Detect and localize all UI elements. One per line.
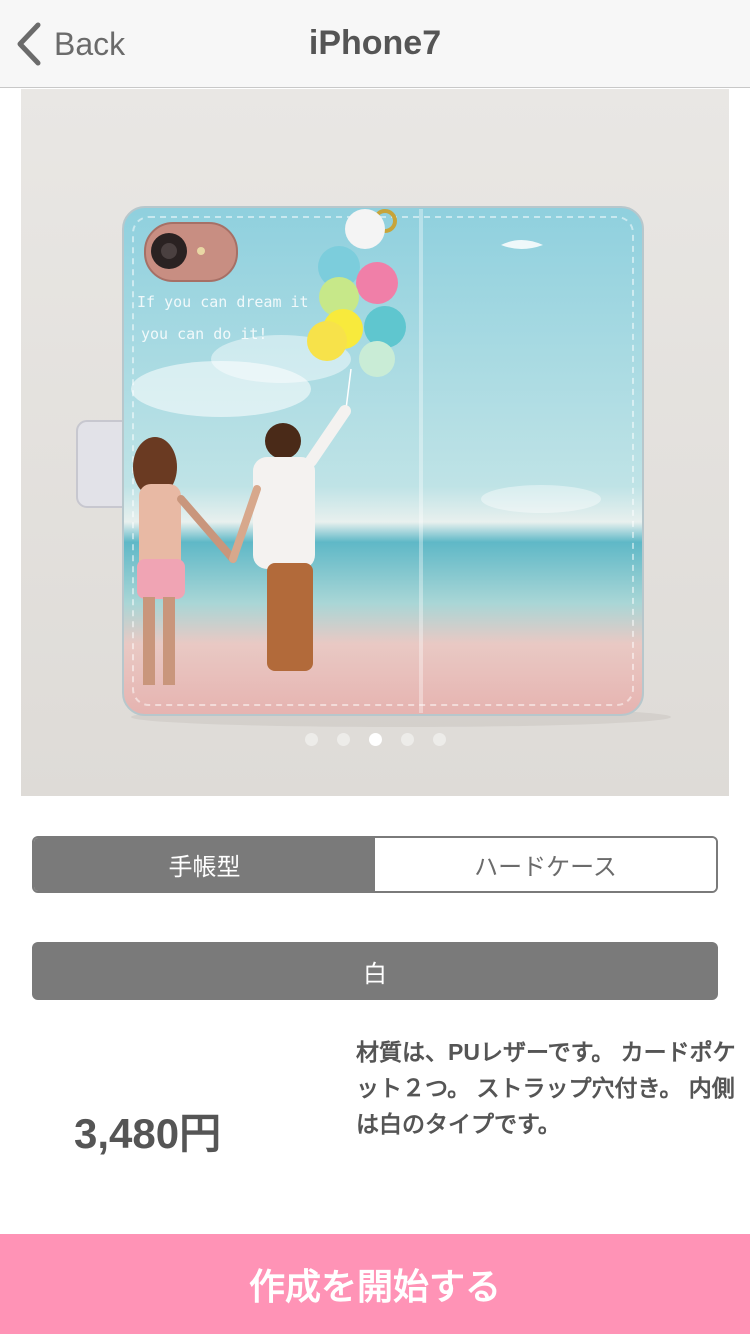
case-print-text-line2: you can do it! bbox=[141, 325, 267, 343]
case-print-text-line1: If you can dream it bbox=[137, 293, 309, 311]
start-creation-button[interactable]: 作成を開始する bbox=[0, 1234, 750, 1334]
product-photo: If you can dream it you can do it! bbox=[21, 89, 729, 796]
product-description: 材質は、PUレザーです。 カードポケット２つ。 ストラップ穴付き。 内側は白のタ… bbox=[356, 1039, 736, 1137]
product-image[interactable]: If you can dream it you can do it! bbox=[21, 89, 729, 796]
page-title: iPhone7 bbox=[308, 24, 442, 62]
segment-notebook-type[interactable]: 手帳型 bbox=[34, 838, 375, 891]
color-select-button[interactable]: 白 bbox=[32, 942, 718, 1000]
carousel-dot[interactable] bbox=[304, 733, 318, 746]
carousel-dot[interactable] bbox=[368, 733, 382, 746]
carousel-dot[interactable] bbox=[400, 733, 414, 746]
navigation-bar: Back iPhone7 bbox=[0, 0, 750, 88]
product-detail-screen: Back iPhone7 If you can dream it you can… bbox=[0, 0, 750, 1334]
segment-hard-case[interactable]: ハードケース bbox=[375, 838, 716, 891]
carousel-dot[interactable] bbox=[432, 733, 446, 746]
price-label: 3,480円 bbox=[74, 1110, 222, 1157]
carousel-page-indicator bbox=[0, 733, 750, 746]
carousel-dot[interactable] bbox=[336, 733, 350, 746]
case-type-segmented-control: 手帳型 ハードケース bbox=[32, 836, 718, 893]
